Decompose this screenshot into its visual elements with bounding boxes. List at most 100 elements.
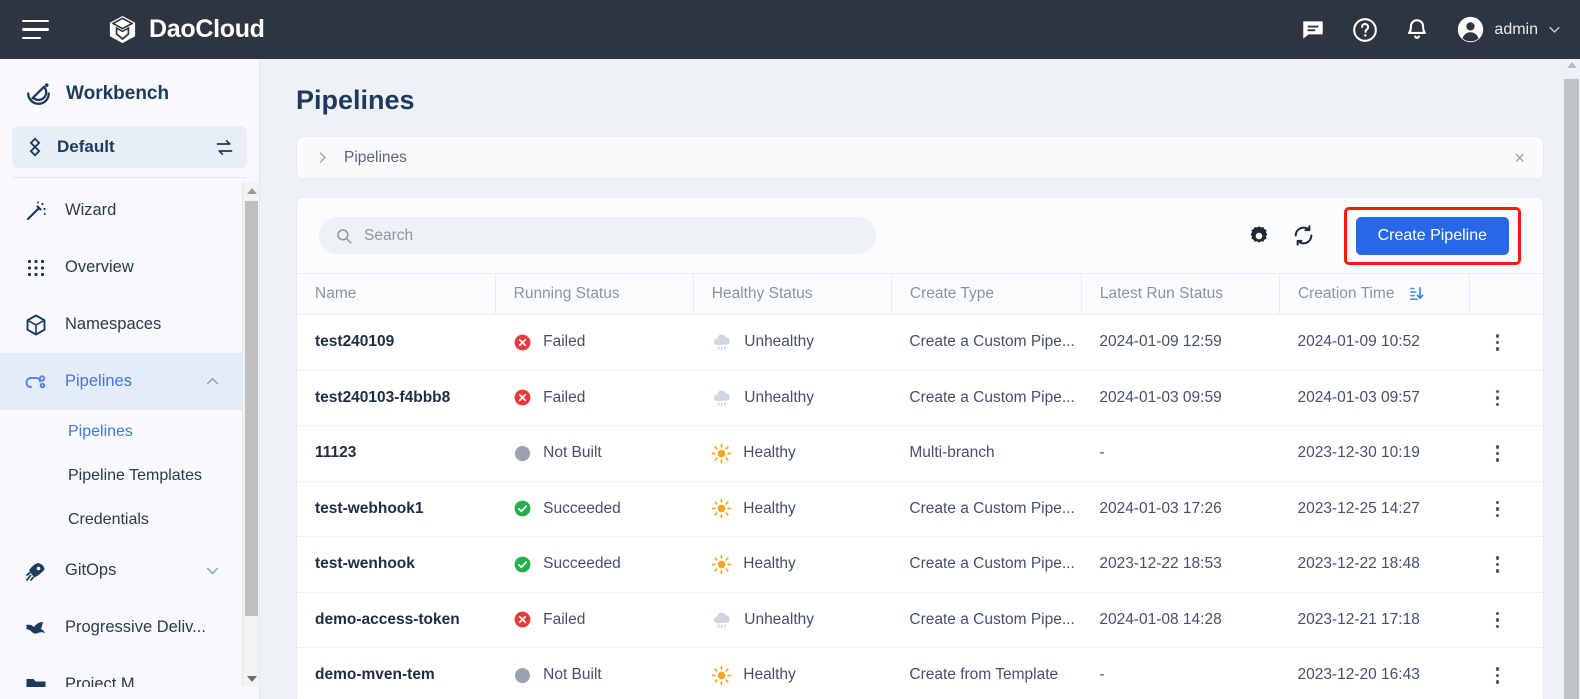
cell-actions[interactable] xyxy=(1469,592,1543,648)
sidebar-item-pipelines[interactable]: Pipelines xyxy=(0,353,259,410)
row-menu-icon[interactable] xyxy=(1487,389,1507,406)
column-healthy-status[interactable]: Healthy Status xyxy=(693,273,892,315)
cell-running-status: Not Built xyxy=(495,647,694,699)
gear-icon[interactable] xyxy=(1247,224,1271,248)
sidebar-subitem-credentials[interactable]: Credentials xyxy=(0,498,259,542)
cell-actions[interactable] xyxy=(1469,647,1543,699)
row-menu-icon[interactable] xyxy=(1487,334,1507,351)
table-row[interactable]: demo-access-token Failed Unhealthy Creat… xyxy=(297,592,1543,648)
table-row[interactable]: test-wenhook Succeeded Healthy Create a … xyxy=(297,536,1543,593)
row-menu-icon[interactable] xyxy=(1487,556,1507,573)
scroll-up-arrow[interactable] xyxy=(243,182,259,199)
rain-cloud-icon xyxy=(714,390,731,406)
error-circle-icon xyxy=(514,611,531,628)
sidebar-scrollbar-thumb[interactable] xyxy=(245,201,258,616)
running-status-label: Failed xyxy=(543,610,586,628)
running-status-label: Failed xyxy=(543,333,586,351)
sidebar-item-gitops[interactable]: GitOps xyxy=(0,542,259,599)
cell-latest-run-status: 2024-01-08 14:28 xyxy=(1081,592,1280,648)
error-circle-icon xyxy=(514,334,531,351)
chevron-down-icon[interactable] xyxy=(204,562,221,579)
table-row[interactable]: 11123 Not Built Healthy Multi-branch - 2… xyxy=(297,425,1543,482)
healthy-status-label: Unhealthy xyxy=(744,333,815,351)
cell-running-status: Succeeded xyxy=(495,481,694,537)
sun-icon xyxy=(711,498,732,519)
cell-latest-run-status: 2024-01-09 12:59 xyxy=(1081,314,1280,371)
sidebar-item-namespaces[interactable]: Namespaces xyxy=(0,296,259,353)
sidebar-item-project-management[interactable]: Project M... xyxy=(0,656,259,687)
hamburger-icon[interactable] xyxy=(22,15,52,45)
column-name[interactable]: Name xyxy=(297,273,496,315)
refresh-icon[interactable] xyxy=(1291,223,1316,248)
cell-name[interactable]: test-wenhook xyxy=(297,536,496,593)
close-icon[interactable]: × xyxy=(1514,149,1525,167)
search-input[interactable] xyxy=(364,226,844,245)
cell-actions[interactable] xyxy=(1469,425,1543,482)
cell-healthy-status: Healthy xyxy=(693,425,892,482)
column-latest-run-status[interactable]: Latest Run Status xyxy=(1081,273,1280,315)
topbar-actions: admin xyxy=(1300,15,1562,44)
sidebar-scrollbar[interactable] xyxy=(242,182,259,687)
workbench-header: Workbench xyxy=(0,59,259,126)
chat-icon[interactable] xyxy=(1300,17,1326,43)
row-menu-icon[interactable] xyxy=(1487,611,1507,628)
cell-name[interactable]: demo-mven-tem xyxy=(297,647,496,699)
user-menu[interactable]: admin xyxy=(1456,15,1562,44)
sidebar-item-progressive-delivery[interactable]: Progressive Deliv... xyxy=(0,599,259,656)
brand-logo: DaoCloud xyxy=(107,14,265,45)
folder-icon xyxy=(26,678,46,687)
bell-icon[interactable] xyxy=(1404,17,1430,43)
cell-name[interactable]: test240109 xyxy=(297,314,496,371)
breadcrumb-label: Pipelines xyxy=(344,148,407,166)
cell-actions[interactable] xyxy=(1469,370,1543,426)
sidebar-item-overview[interactable]: Overview xyxy=(0,239,259,296)
table-row[interactable]: test240103-f4bbb8 Failed Unhealthy Creat… xyxy=(297,370,1543,426)
toolbar-actions: Create Pipeline xyxy=(1247,206,1521,265)
chevron-down-icon xyxy=(1549,26,1560,33)
scroll-down-arrow[interactable] xyxy=(243,670,259,687)
chevron-right-icon[interactable] xyxy=(315,150,330,165)
workspace-selector[interactable]: Default xyxy=(12,126,247,168)
cell-latest-run-status: - xyxy=(1081,425,1280,482)
grey-dot-icon xyxy=(515,667,531,683)
sidebar-subitem-pipelines[interactable]: Pipelines xyxy=(0,410,259,454)
sidebar-item-wizard[interactable]: Wizard xyxy=(0,182,259,239)
cell-actions[interactable] xyxy=(1469,314,1543,371)
cell-name[interactable]: test-webhook1 xyxy=(297,481,496,537)
column-create-type[interactable]: Create Type xyxy=(891,273,1082,315)
chevron-up-icon[interactable] xyxy=(204,373,221,390)
create-pipeline-button[interactable]: Create Pipeline xyxy=(1355,216,1509,255)
main-scrollbar-thumb[interactable] xyxy=(1564,79,1579,699)
column-creation-time[interactable]: Creation Time xyxy=(1279,273,1470,315)
main-scroll-up-arrow[interactable] xyxy=(1567,62,1577,68)
bird-icon xyxy=(26,621,45,634)
cell-latest-run-status: - xyxy=(1081,647,1280,699)
sidebar-nav: Wizard Overview Namespaces Pipelines Pip… xyxy=(0,182,259,687)
row-menu-icon[interactable] xyxy=(1487,667,1507,684)
help-icon[interactable] xyxy=(1352,17,1378,43)
cell-name[interactable]: demo-access-token xyxy=(297,592,496,648)
main-scrollbar[interactable] xyxy=(1563,59,1580,699)
table-row[interactable]: test-webhook1 Succeeded Healthy Create a… xyxy=(297,481,1543,537)
healthy-status-label: Unhealthy xyxy=(744,610,815,628)
search-box[interactable] xyxy=(319,217,876,254)
table-row[interactable]: demo-mven-tem Not Built Healthy Create f… xyxy=(297,647,1543,699)
cell-actions[interactable] xyxy=(1469,481,1543,537)
running-status-label: Not Built xyxy=(543,666,602,684)
avatar xyxy=(1458,16,1484,43)
cell-name[interactable]: test240103-f4bbb8 xyxy=(297,370,496,426)
main-content: Pipelines Pipelines × Search Create Pipe… xyxy=(260,59,1580,699)
pipelines-card: Create Pipeline Name Running Status Heal… xyxy=(296,197,1544,699)
running-status-label: Succeeded xyxy=(543,499,621,517)
cell-latest-run-status: 2024-01-03 09:59 xyxy=(1081,370,1280,426)
swap-icon[interactable] xyxy=(214,137,235,158)
row-menu-icon[interactable] xyxy=(1487,445,1507,462)
check-circle-icon xyxy=(514,556,531,573)
cell-name[interactable]: 11123 xyxy=(297,425,496,482)
cell-actions[interactable] xyxy=(1469,536,1543,593)
column-running-status[interactable]: Running Status xyxy=(495,273,694,315)
row-menu-icon[interactable] xyxy=(1487,500,1507,517)
table-row[interactable]: test240109 Failed Unhealthy Create a Cus… xyxy=(297,314,1543,371)
sidebar-subitem-pipeline-templates[interactable]: Pipeline Templates xyxy=(0,454,259,498)
sort-descending-icon[interactable] xyxy=(1408,285,1425,302)
